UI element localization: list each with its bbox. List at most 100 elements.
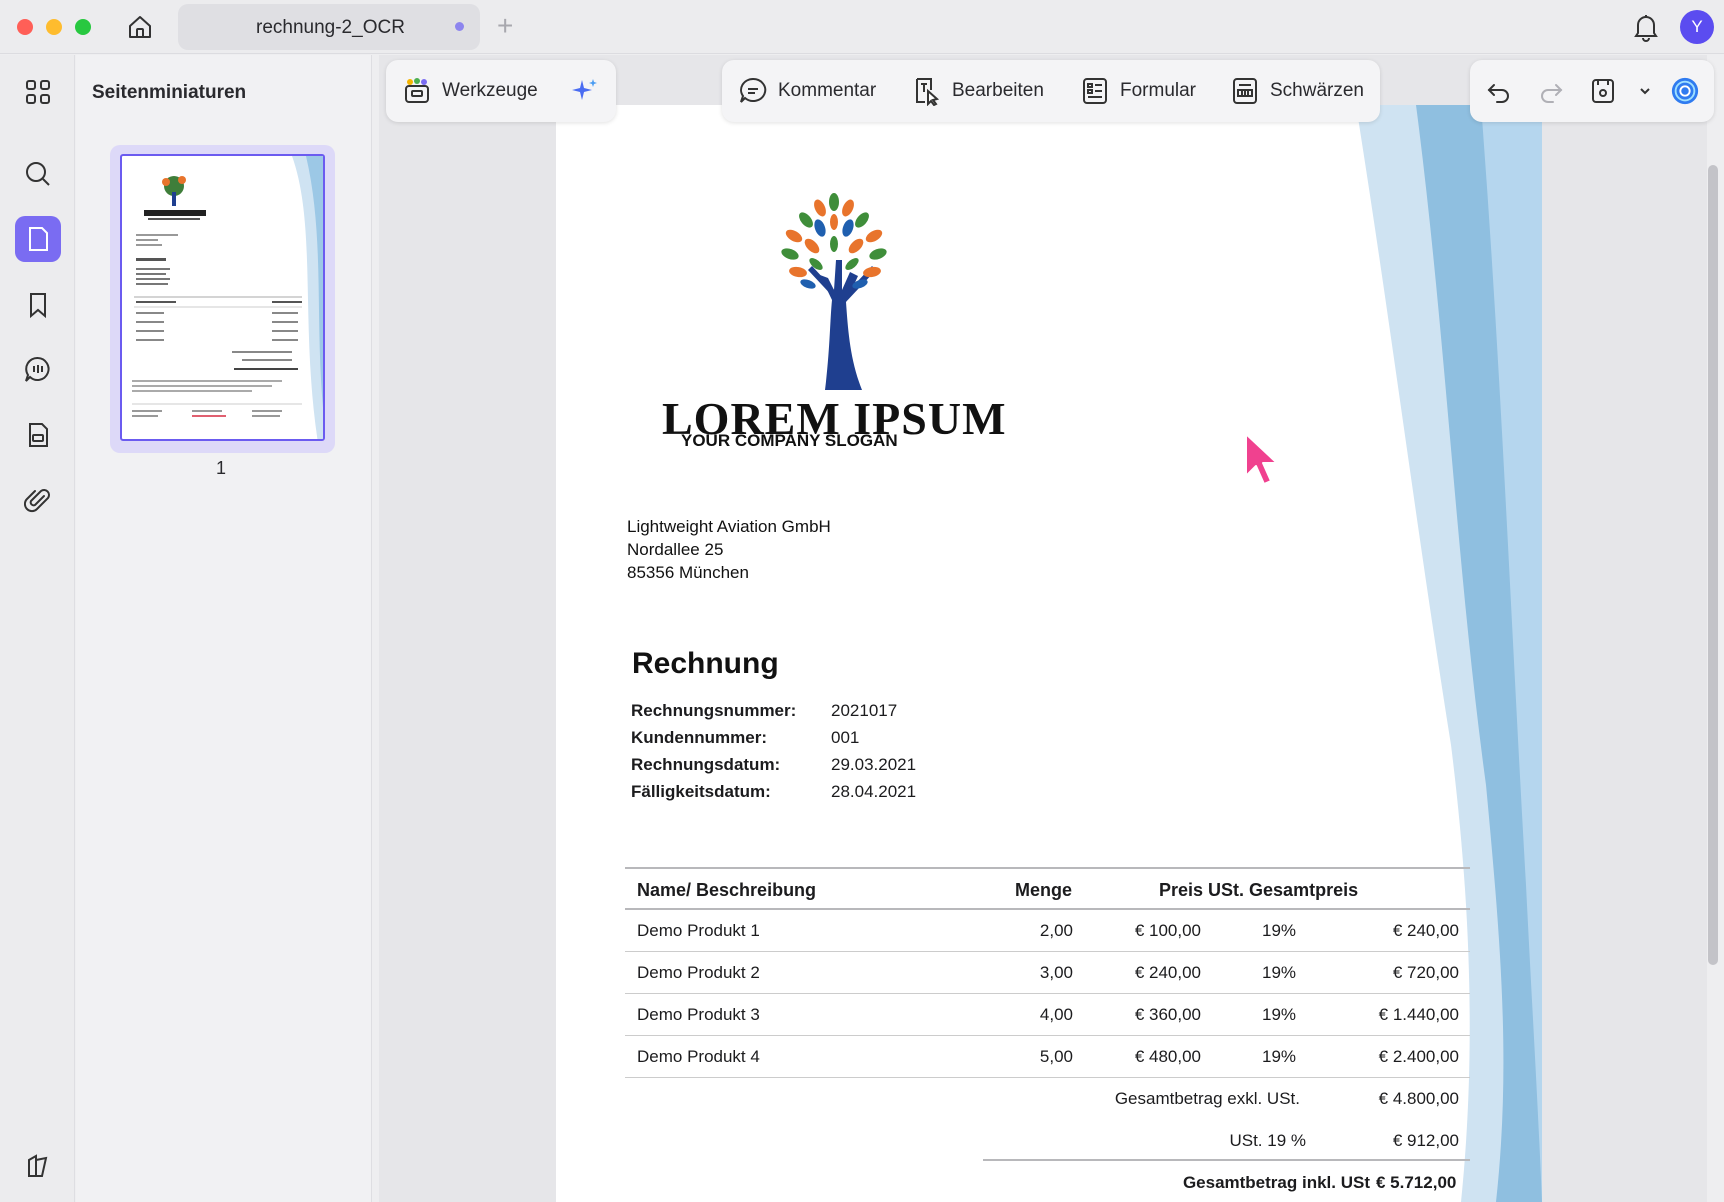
row-name: Demo Produkt 3	[637, 1005, 760, 1024]
ai-assistant-button[interactable]	[570, 60, 600, 122]
bell-icon	[1634, 15, 1658, 42]
document-tab[interactable]: rechnung-2_OCR	[178, 4, 480, 50]
page-thumbnail[interactable]	[120, 154, 325, 441]
invoice-date-value: 29.03.2021	[831, 755, 917, 774]
chevron-down-icon	[1630, 76, 1660, 106]
tools-button[interactable]: Werkzeuge	[402, 60, 538, 122]
row-tax: 19%	[1262, 1047, 1297, 1066]
new-tab-button[interactable]: +	[497, 10, 513, 42]
redo-icon	[1536, 76, 1566, 106]
close-window-button[interactable]	[17, 19, 33, 35]
pointer-cursor-icon	[1245, 433, 1278, 485]
due-date-value: 28.04.2021	[831, 782, 917, 801]
row-price: € 100,00	[1134, 921, 1201, 940]
due-date-label: Fälligkeitsdatum:	[631, 782, 771, 801]
rail-overview-button[interactable]	[15, 69, 61, 115]
row-qty: 3,00	[1039, 963, 1073, 982]
bookmark-icon	[30, 293, 46, 319]
row-total: € 2.400,00	[1378, 1047, 1459, 1066]
address-line: Nordallee 25	[627, 540, 724, 559]
rail-attachments-button[interactable]	[15, 477, 61, 523]
document-actions-toolbar	[1470, 60, 1714, 122]
net-total-label: Gesamtbetrag exkl. USt.	[1114, 1089, 1300, 1108]
form-mode-button[interactable]: Formular	[1080, 60, 1196, 122]
row-total: € 720,00	[1392, 963, 1459, 982]
form-mode-label: Formular	[1120, 80, 1197, 101]
row-divider	[625, 951, 1470, 952]
user-avatar[interactable]: Y	[1680, 10, 1714, 44]
search-icon	[26, 162, 50, 186]
comment-mode-button[interactable]: Kommentar	[738, 60, 876, 122]
form-icon	[1080, 76, 1110, 106]
save-icon	[1588, 76, 1618, 106]
home-icon	[129, 16, 151, 38]
edit-mode-button[interactable]: Bearbeiten	[912, 60, 1044, 122]
text-edit-icon	[912, 76, 942, 106]
gross-total-value: € 5.712,00	[1376, 1173, 1457, 1192]
row-qty: 4,00	[1039, 1005, 1073, 1024]
thumbnails-panel-title: Seitenminiaturen	[92, 82, 247, 103]
thumbnails-panel: Seitenminiaturen 1	[76, 55, 372, 1202]
net-total-value: € 4.800,00	[1378, 1089, 1459, 1108]
title-bar: rechnung-2_OCR + Y	[0, 0, 1724, 54]
invoice-number-label: Rechnungsnummer:	[631, 701, 797, 720]
customer-number-value: 001	[831, 728, 860, 747]
paperclip-icon	[24, 489, 50, 513]
vertical-scrollbar[interactable]	[1708, 165, 1718, 965]
save-options-dropdown[interactable]	[1630, 60, 1660, 122]
row-price: € 240,00	[1134, 963, 1201, 982]
redact-mode-label: Schwärzen	[1270, 80, 1364, 101]
row-qty: 2,00	[1039, 921, 1073, 940]
comment-bubble-icon	[738, 76, 768, 106]
invoice-number-value: 2021017	[831, 701, 898, 720]
row-divider	[625, 993, 1470, 994]
redact-icon	[1230, 76, 1260, 106]
edit-modes-toolbar: Kommentar Bearbeiten Formular Schwärzen	[722, 60, 1380, 122]
tools-toolbar: Werkzeuge	[386, 60, 616, 122]
rail-ocr-button[interactable]	[15, 412, 61, 458]
ai-chat-button[interactable]	[1670, 60, 1700, 122]
grid-icon	[26, 80, 50, 104]
sidebar-toggle-icon	[28, 1154, 48, 1177]
tools-label: Werkzeuge	[442, 80, 538, 101]
undo-icon	[1484, 76, 1514, 106]
logo-slogan: YOUR COMPANY SLOGAN	[681, 431, 898, 450]
save-button[interactable]	[1588, 60, 1618, 122]
notifications-button[interactable]	[1629, 10, 1663, 44]
row-price: € 360,00	[1134, 1005, 1201, 1024]
tax-total-value: € 912,00	[1392, 1131, 1459, 1150]
gross-total-label: Gesamtbetrag inkl. USt	[1182, 1173, 1370, 1192]
minimize-window-button[interactable]	[46, 19, 62, 35]
document-scan-icon	[29, 423, 48, 447]
comment-icon	[25, 356, 50, 382]
edit-mode-label: Bearbeiten	[952, 80, 1044, 101]
undo-button[interactable]	[1484, 60, 1514, 122]
customer-number-label: Kundennummer:	[631, 728, 767, 747]
page-icon	[29, 227, 48, 251]
zoom-window-button[interactable]	[75, 19, 91, 35]
recipient-address: Lightweight Aviation GmbH Nordallee 25 8…	[627, 515, 831, 584]
comment-mode-label: Kommentar	[778, 80, 877, 101]
totals-rule	[983, 1159, 1470, 1161]
ai-orb-icon	[1670, 76, 1700, 106]
redact-mode-button[interactable]: Schwärzen	[1230, 60, 1364, 122]
row-name: Demo Produkt 4	[637, 1047, 760, 1066]
rail-thumbnails-button[interactable]	[15, 216, 61, 262]
company-logo-tree	[781, 193, 887, 390]
row-total: € 240,00	[1392, 921, 1459, 940]
address-line: Lightweight Aviation GmbH	[627, 517, 831, 536]
row-total: € 1.440,00	[1378, 1005, 1459, 1024]
home-button[interactable]	[123, 10, 157, 44]
row-divider	[625, 1035, 1470, 1036]
rail-search-button[interactable]	[15, 151, 61, 197]
rail-comments-button[interactable]	[15, 347, 61, 393]
column-header-qty: Menge	[1015, 880, 1073, 900]
row-price: € 480,00	[1134, 1047, 1201, 1066]
column-header-price-tax-total: Preis USt. Gesamtpreis	[1159, 880, 1359, 900]
left-tool-rail	[0, 55, 75, 1202]
row-tax: 19%	[1262, 1005, 1297, 1024]
rail-theme-button[interactable]	[15, 1143, 61, 1189]
redo-button[interactable]	[1536, 60, 1566, 122]
rail-bookmarks-button[interactable]	[15, 282, 61, 328]
row-name: Demo Produkt 1	[637, 921, 760, 940]
